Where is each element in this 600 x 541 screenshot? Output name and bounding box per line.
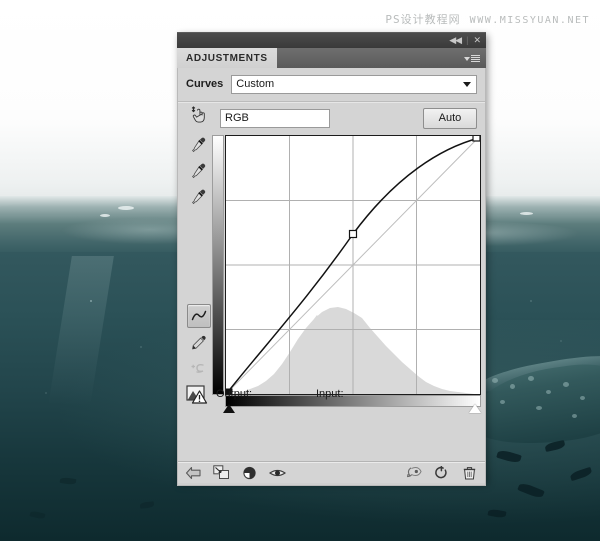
channel-dropdown-value: RGB — [225, 112, 249, 124]
auto-button[interactable]: Auto — [423, 108, 477, 129]
water-particle — [90, 300, 92, 302]
shark-spot — [500, 400, 505, 404]
output-label: Output: — [216, 388, 316, 400]
water-particle — [560, 340, 562, 342]
chevron-down-icon — [463, 82, 471, 87]
preset-dropdown[interactable]: Custom — [231, 75, 477, 94]
clipping-warning-icon[interactable] — [186, 384, 208, 404]
foam-speck — [118, 206, 134, 210]
gray-point-eyedropper[interactable] — [188, 160, 210, 182]
panel-body: Curves Custom RGB — [177, 68, 486, 483]
water-particle — [45, 392, 47, 394]
eye-icon[interactable] — [269, 465, 286, 480]
water-particle — [530, 300, 532, 302]
black-point-eyedropper[interactable] — [188, 134, 210, 156]
collapse-double-arrow-icon[interactable]: ◀◀ — [449, 36, 461, 45]
tab-adjustments[interactable]: ADJUSTMENTS — [177, 48, 277, 68]
panel-bottom-bar — [178, 461, 485, 483]
titlebar-separator: | — [466, 36, 468, 45]
shark-spot — [536, 406, 542, 410]
curves-readout-row: Output: Input: — [186, 384, 476, 404]
watermark-site: WWW.MISSYUAN.NET — [470, 15, 590, 26]
curves-graph[interactable] — [225, 135, 481, 395]
clip-layer-icon[interactable] — [213, 465, 230, 480]
curve-control-point[interactable] — [349, 231, 356, 238]
water-particle — [140, 346, 142, 348]
foam-speck — [100, 214, 110, 217]
shark-spot — [492, 378, 498, 383]
on-image-adjust-tool-slot — [186, 106, 212, 130]
smooth-curve-tool[interactable] — [188, 358, 210, 380]
output-gradient-bar — [212, 135, 224, 395]
input-label: Input: — [316, 388, 426, 400]
tab-adjustments-label: ADJUSTMENTS — [186, 53, 268, 64]
preset-dropdown-value: Custom — [236, 78, 274, 90]
preset-row: Curves Custom — [178, 68, 485, 97]
panel-titlebar[interactable]: ◀◀ | ✕ — [177, 32, 486, 48]
close-icon[interactable]: ✕ — [473, 36, 480, 45]
shark-spot — [546, 390, 551, 394]
auto-button-label: Auto — [439, 112, 462, 124]
panel-footer-edge — [177, 483, 486, 486]
shark-spot — [580, 396, 585, 400]
tabstrip-filler — [277, 48, 486, 68]
shark-spot — [510, 384, 515, 389]
panel-tabstrip[interactable]: ADJUSTMENTS — [177, 48, 486, 68]
curve-control-point[interactable] — [473, 136, 480, 141]
preview-previous-icon[interactable] — [405, 465, 422, 480]
curve-point-tool[interactable] — [187, 304, 211, 328]
trash-icon[interactable] — [461, 465, 478, 480]
panel-menu-icon[interactable] — [464, 55, 480, 62]
white-point-slider[interactable] — [469, 404, 481, 413]
curves-editor — [178, 133, 485, 384]
adjustment-type-label: Curves — [186, 78, 223, 90]
curves-graph-area — [212, 133, 477, 384]
shark-spot — [528, 376, 534, 381]
channel-dropdown[interactable]: RGB — [220, 109, 330, 128]
watermark: PS设计教程网 WWW.MISSYUAN.NET — [385, 11, 590, 27]
foam-speck — [520, 212, 533, 215]
shark-spot — [563, 382, 569, 387]
hand-pointer-icon[interactable] — [190, 106, 208, 130]
curves-plot[interactable] — [226, 136, 480, 394]
menu-lines — [471, 55, 480, 62]
pencil-tool[interactable] — [188, 332, 210, 354]
black-point-slider[interactable] — [223, 404, 235, 413]
curves-tool-column — [186, 133, 212, 384]
white-point-eyedropper[interactable] — [188, 186, 210, 208]
reset-circular-arrow-icon[interactable] — [433, 465, 450, 480]
contrast-circle-icon[interactable] — [241, 465, 258, 480]
adjustments-panel[interactable]: ◀◀ | ✕ ADJUSTMENTS Curves Custom — [177, 32, 486, 482]
menu-triangle — [464, 57, 470, 61]
channel-row: RGB Auto — [178, 103, 485, 133]
shark-spot — [572, 414, 577, 418]
left-arrow-icon[interactable] — [185, 465, 202, 480]
watermark-brand: PS设计教程网 — [385, 13, 460, 26]
